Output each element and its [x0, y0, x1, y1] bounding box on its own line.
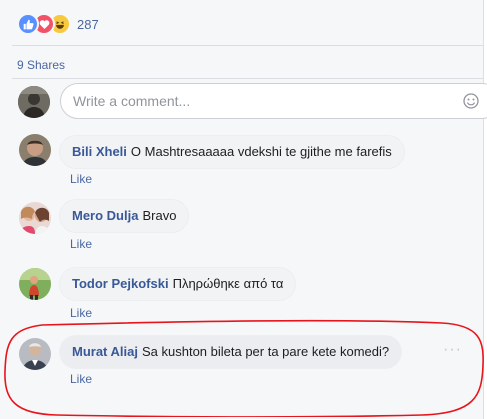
- comment-bubble: Mero Dulja Bravo: [60, 200, 189, 232]
- comment-text: O Mashtresaaaaa vdekshi te gjithe me far…: [130, 144, 392, 159]
- annotation-highlight: [4, 319, 484, 417]
- like-link[interactable]: Like: [70, 306, 92, 320]
- comment-bubble: Todor Pejkofski Πληρώθηκε από τα: [60, 268, 296, 300]
- comment-author[interactable]: Todor Pejkofski: [72, 276, 169, 291]
- comment-bubble: Bili Xheli O Mashtresaaaaa vdekshi te gji…: [60, 136, 404, 168]
- commenter-avatar[interactable]: [19, 134, 51, 166]
- like-icon: [17, 13, 39, 35]
- commenter-avatar[interactable]: [19, 268, 51, 300]
- comment-author[interactable]: Mero Dulja: [72, 208, 138, 223]
- commenter-avatar[interactable]: [19, 202, 51, 234]
- comment-text: Πληρώθηκε από τα: [172, 276, 284, 291]
- shares-link[interactable]: 9 Shares: [17, 58, 65, 72]
- like-link[interactable]: Like: [70, 172, 92, 186]
- emoji-icon[interactable]: [463, 93, 479, 109]
- divider: [12, 45, 483, 46]
- reactions-summary[interactable]: 287: [17, 13, 99, 35]
- like-link[interactable]: Like: [70, 237, 92, 251]
- reaction-count[interactable]: 287: [77, 17, 99, 32]
- comment-input[interactable]: Write a comment...: [60, 83, 487, 119]
- comment-text: Bravo: [142, 208, 177, 223]
- comment-author[interactable]: Bili Xheli: [72, 144, 127, 159]
- divider: [12, 78, 483, 79]
- comment-input-placeholder: Write a comment...: [73, 93, 191, 109]
- current-user-avatar[interactable]: [18, 86, 50, 118]
